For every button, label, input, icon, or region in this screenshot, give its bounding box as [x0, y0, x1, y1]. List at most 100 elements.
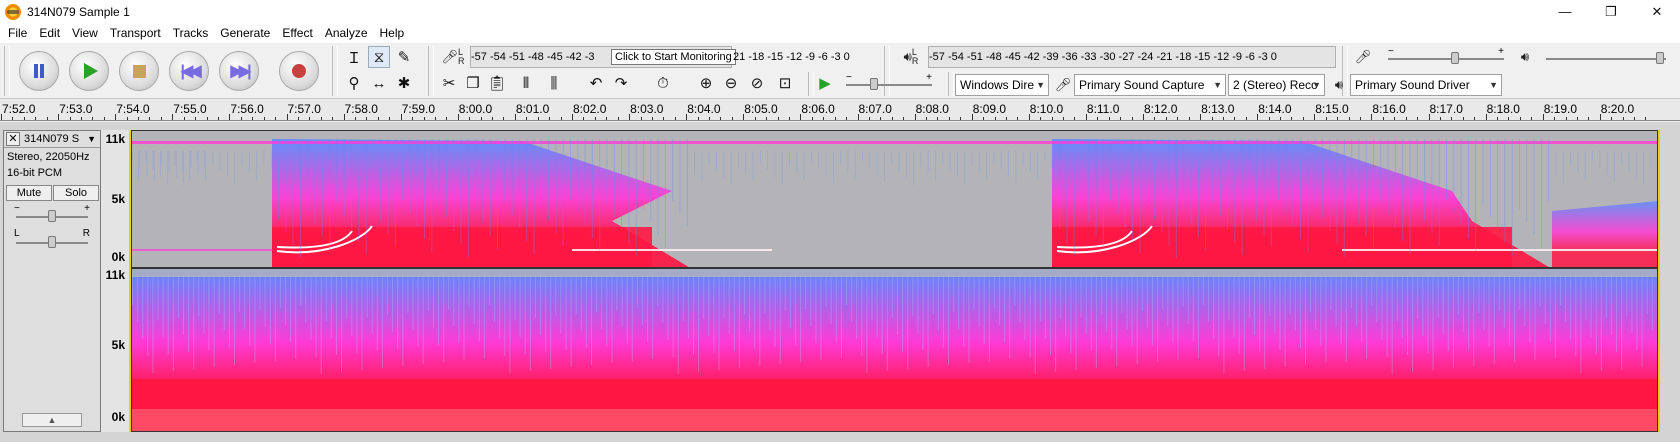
spectro-texture: [263, 151, 265, 162]
spectro-texture: [953, 275, 955, 312]
solo-button[interactable]: Solo: [53, 185, 99, 201]
toolbar-grip[interactable]: [4, 46, 10, 96]
cut-icon[interactable]: ✂: [438, 72, 460, 94]
pan-slider[interactable]: L R: [14, 228, 90, 249]
zoom-in-icon[interactable]: ⊕: [695, 72, 717, 94]
slider-thumb[interactable]: [1656, 52, 1664, 64]
ruler-tick-mark: [1599, 114, 1601, 120]
spectro-texture: [489, 275, 490, 305]
recording-device-select[interactable]: Primary Sound Capture ▼: [1074, 74, 1226, 96]
menu-transport[interactable]: Transport: [104, 23, 167, 43]
restore-button[interactable]: ❐: [1588, 0, 1634, 23]
track-name[interactable]: 314N079 S: [24, 133, 87, 145]
menu-tracks[interactable]: Tracks: [167, 23, 215, 43]
ruler-tick-label: 8:17.0: [1429, 102, 1463, 116]
recording-volume-slider[interactable]: − +: [1388, 46, 1504, 65]
playback-volume-slider[interactable]: [1546, 51, 1666, 65]
minimize-button[interactable]: —: [1542, 0, 1588, 23]
undo-icon[interactable]: ↶: [585, 72, 607, 94]
spectro-texture: [407, 275, 409, 313]
spectro-texture: [478, 275, 480, 341]
zoom-tool-icon[interactable]: ⚲: [343, 72, 365, 94]
play-at-speed-icon[interactable]: ▶: [814, 72, 836, 94]
ruler-minor-tick: [309, 117, 311, 120]
pause-button[interactable]: [19, 51, 59, 91]
track-close-icon[interactable]: ✕: [6, 132, 20, 146]
fit-selection-icon[interactable]: ⊘: [746, 72, 768, 94]
mute-button[interactable]: Mute: [6, 185, 52, 201]
skip-to-start-button[interactable]: |◀◀: [169, 51, 209, 91]
paste-icon[interactable]: 📋︎: [486, 72, 508, 94]
timeline-ruler[interactable]: 7:52.0 7:53.0 7:54.0 7:55.0 7:56.0 7:57.0 7:58…: [0, 99, 1680, 121]
track-menu-chevron-icon[interactable]: ▼: [87, 134, 96, 144]
menu-file[interactable]: File: [2, 23, 33, 43]
spectro-low-band: [272, 227, 652, 267]
selection-tool-icon[interactable]: Ｉ: [343, 46, 365, 68]
ruler-minor-tick: [23, 117, 25, 120]
toolbar-grip[interactable]: [332, 46, 338, 96]
spectro-texture: [601, 275, 603, 329]
ruler-minor-tick: [492, 117, 494, 120]
slider-thumb[interactable]: [48, 236, 56, 248]
playback-meter-speaker-icon[interactable]: 🔊︎ L R: [896, 46, 926, 68]
collapse-track-button[interactable]: ▲: [22, 413, 82, 427]
spectro-texture: [1034, 275, 1036, 374]
spectro-texture: [1488, 275, 1490, 347]
menu-edit[interactable]: Edit: [33, 23, 66, 43]
ruler-tick-mark: [743, 114, 745, 120]
slider-thumb[interactable]: [870, 78, 878, 90]
spectro-texture: [913, 151, 915, 185]
toolbar-grip[interactable]: [948, 72, 954, 96]
frequency-ruler-channel-1[interactable]: 11k 5k 0k: [101, 130, 130, 268]
spectro-texture: [189, 151, 191, 180]
spectro-texture: [1554, 275, 1556, 358]
ruler-tick-label: 7:58.0: [344, 102, 378, 116]
menu-help[interactable]: Help: [374, 23, 411, 43]
spectro-texture: [948, 275, 949, 365]
time-shift-tool-icon[interactable]: ↔: [368, 72, 390, 94]
menu-view[interactable]: View: [66, 23, 104, 43]
play-at-speed-slider[interactable]: − +: [846, 72, 932, 91]
spectrogram-channel-1[interactable]: [131, 130, 1658, 268]
spectro-texture: [483, 275, 485, 358]
close-button[interactable]: ✕: [1634, 0, 1680, 23]
copy-icon[interactable]: ❐: [462, 72, 484, 94]
slider-thumb[interactable]: [48, 210, 56, 222]
playback-meter[interactable]: -57 -54 -51 -48 -45 -42 -39 -36 -33 -30 …: [928, 46, 1336, 68]
stop-button[interactable]: [119, 51, 159, 91]
menu-effect[interactable]: Effect: [276, 23, 318, 43]
record-button[interactable]: [279, 51, 319, 91]
spectro-texture: [1437, 275, 1439, 317]
slider-thumb[interactable]: [1451, 52, 1459, 64]
multi-tool-icon[interactable]: ✱: [393, 72, 415, 94]
skip-to-end-button[interactable]: ▶▶|: [219, 51, 259, 91]
spectro-tone-line: [572, 249, 772, 251]
frequency-ruler-channel-2[interactable]: 11k 5k 0k: [101, 268, 130, 432]
menu-bar: File Edit View Transport Tracks Generate…: [0, 23, 1680, 43]
track-header[interactable]: ✕ 314N079 S ▼: [4, 131, 100, 148]
playback-device-select[interactable]: Primary Sound Driver ▼: [1350, 74, 1502, 96]
envelope-tool-icon[interactable]: ⧖: [368, 46, 390, 68]
sync-lock-icon[interactable]: ⏱: [652, 72, 674, 94]
trim-icon[interactable]: ⫴: [515, 72, 537, 94]
spectrogram-channel-2[interactable]: [131, 268, 1658, 432]
spectro-texture: [387, 139, 389, 234]
play-button[interactable]: [69, 51, 109, 91]
spectro-texture: [1124, 139, 1126, 227]
fit-project-icon[interactable]: ⊡: [774, 72, 796, 94]
spectro-texture: [1294, 275, 1296, 331]
chevron-down-icon: ▼: [1213, 80, 1222, 90]
spectro-texture: [1292, 139, 1294, 226]
menu-analyze[interactable]: Analyze: [319, 23, 374, 43]
record-meter-mic-icon[interactable]: 🎤︎ L R: [438, 46, 468, 68]
redo-icon[interactable]: ↷: [610, 72, 632, 94]
gain-slider[interactable]: − +: [14, 203, 90, 223]
menu-generate[interactable]: Generate: [214, 23, 276, 43]
recording-channels-select[interactable]: 2 (Stereo) Reco ▼: [1228, 74, 1325, 96]
silence-icon[interactable]: ⫼: [543, 72, 565, 94]
audio-host-select[interactable]: Windows Dire ▼: [955, 74, 1049, 96]
toolbar-grip[interactable]: [428, 72, 434, 96]
spectro-texture: [920, 151, 922, 167]
draw-tool-icon[interactable]: ✎: [393, 46, 415, 68]
zoom-out-icon[interactable]: ⊖: [720, 72, 742, 94]
